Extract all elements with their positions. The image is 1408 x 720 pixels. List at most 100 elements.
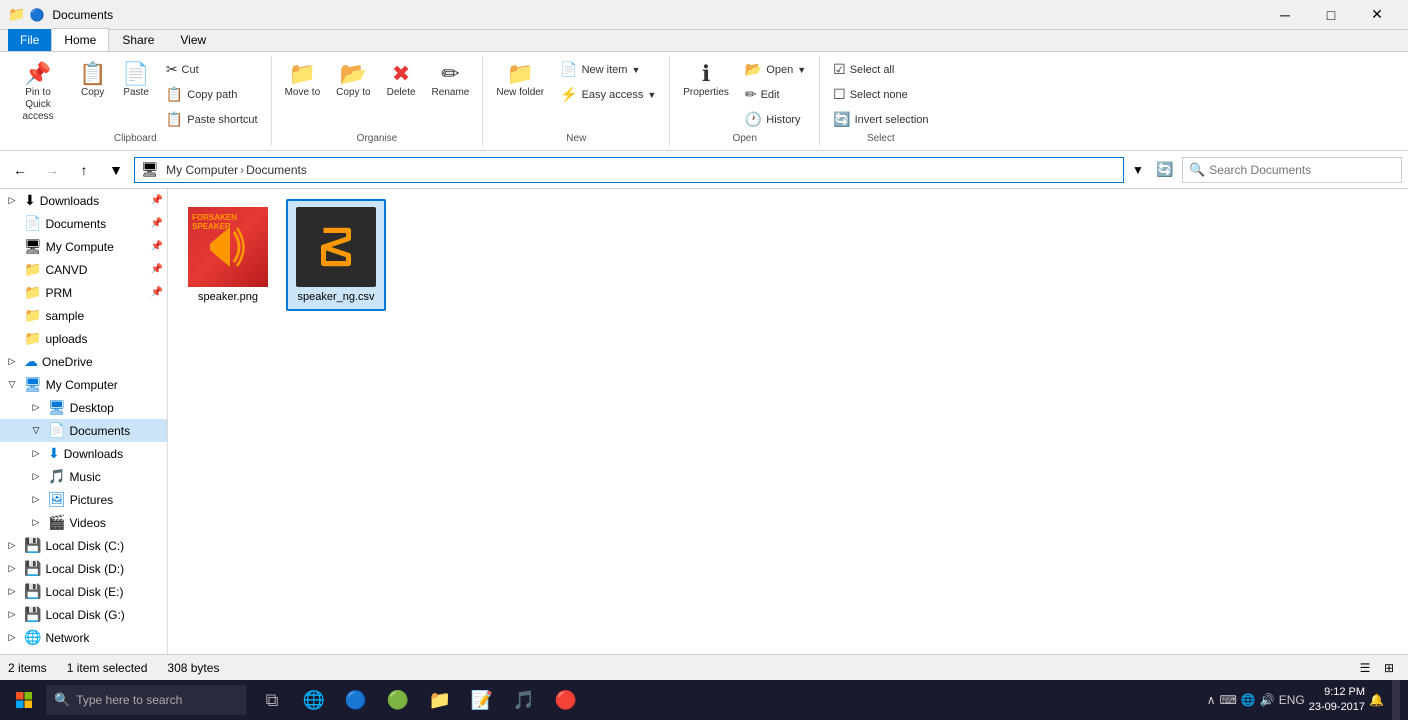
details-view-button[interactable]: ☰ (1354, 657, 1376, 679)
expand-documents[interactable]: ▽ (28, 423, 44, 439)
minimize-button[interactable]: ─ (1262, 0, 1308, 30)
cut-button[interactable]: ✂ Cut (159, 58, 265, 81)
sidebar: ▷ ⬇ Downloads 📌 📄 Documents 📌 🖥 My Compu… (0, 189, 168, 654)
up-arrow-icon[interactable]: ∧ (1207, 693, 1216, 707)
maximize-button[interactable]: □ (1308, 0, 1354, 30)
sidebar-item-network[interactable]: ▷ 🌐 Network (0, 626, 167, 649)
paste-shortcut-button[interactable]: 📋 Paste shortcut (159, 108, 265, 131)
edit-button[interactable]: ✏ Edit (738, 83, 813, 106)
sidebar-item-downloads[interactable]: ▷ ⬇ Downloads 📌 (0, 189, 167, 212)
recent-locations-button[interactable]: ▼ (102, 157, 130, 183)
ie-icon[interactable]: 🔵 (336, 680, 376, 720)
sidebar-item-canvd[interactable]: 📁 CANVD 📌 (0, 258, 167, 281)
easy-access-button[interactable]: ⚡ Easy access ▼ (553, 83, 663, 106)
expand-pictures[interactable]: ▷ (28, 492, 44, 508)
notifications-icon[interactable]: 🔔 (1369, 693, 1384, 707)
select-all-button[interactable]: ☑ Select all (826, 58, 935, 81)
taskbar-search[interactable]: 🔍 Type here to search (46, 685, 246, 715)
expand-videos[interactable]: ▷ (28, 515, 44, 531)
breadcrumb-my-computer[interactable]: My Computer (166, 163, 238, 177)
search-input[interactable] (1209, 163, 1395, 177)
tab-share[interactable]: Share (109, 28, 167, 51)
tab-view[interactable]: View (167, 28, 219, 51)
sticky-notes-icon[interactable]: 📝 (462, 680, 502, 720)
sidebar-item-pictures[interactable]: ▷ 🖼 Pictures (0, 488, 167, 511)
show-desktop-button[interactable] (1392, 680, 1400, 720)
large-icons-view-button[interactable]: ⊞ (1378, 657, 1400, 679)
sidebar-item-local-c[interactable]: ▷ 💾 Local Disk (C:) (0, 534, 167, 557)
breadcrumb-documents[interactable]: Documents (246, 163, 307, 177)
sidebar-item-local-e[interactable]: ▷ 💾 Local Disk (E:) (0, 580, 167, 603)
copy-path-button[interactable]: 📋 Copy path (159, 83, 265, 106)
pin-quick-access-button[interactable]: 📌 Pin to Quick access (6, 58, 70, 128)
start-button[interactable] (4, 680, 44, 720)
move-to-button[interactable]: 📁 Move to (278, 58, 328, 103)
expand-uploads[interactable] (4, 331, 20, 347)
expand-downloads-main[interactable]: ▷ (28, 446, 44, 462)
paste-button[interactable]: 📄 Paste (115, 58, 156, 103)
sidebar-item-videos[interactable]: ▷ 🎬 Videos (0, 511, 167, 534)
sidebar-item-local-g[interactable]: ▷ 💾 Local Disk (G:) (0, 603, 167, 626)
sidebar-item-prm[interactable]: 📁 PRM 📌 (0, 281, 167, 304)
expand-onedrive[interactable]: ▷ (4, 354, 20, 370)
media-icon[interactable]: 🎵 (504, 680, 544, 720)
sidebar-item-music[interactable]: ▷ 🎵 Music (0, 465, 167, 488)
back-button[interactable]: ← (6, 157, 34, 183)
expand-downloads[interactable]: ▷ (4, 193, 20, 209)
address-path[interactable]: 🖥 My Computer › Documents (134, 157, 1124, 183)
delete-button[interactable]: ✖ Delete (380, 58, 423, 103)
file-item-speaker-csv[interactable]: speaker_ng.csv (286, 199, 386, 311)
expand-canvd[interactable] (4, 262, 20, 278)
sidebar-item-local-d[interactable]: ▷ 💾 Local Disk (D:) (0, 557, 167, 580)
rename-button[interactable]: ✏ Rename (425, 58, 477, 103)
expand-mycompute[interactable] (4, 239, 20, 255)
item-count: 2 items (8, 661, 47, 675)
expand-sample[interactable] (4, 308, 20, 324)
sidebar-item-mycompute-quick[interactable]: 🖥 My Compute 📌 (0, 235, 167, 258)
expand-local-d[interactable]: ▷ (4, 561, 20, 577)
close-button[interactable]: ✕ (1354, 0, 1400, 30)
app-icon-red[interactable]: 🔴 (546, 680, 586, 720)
tab-home[interactable]: Home (51, 28, 109, 51)
open-button[interactable]: 📂 Open ▼ (738, 58, 813, 81)
edge-icon[interactable]: 🌐 (294, 680, 334, 720)
address-dropdown[interactable]: ▼ (1128, 157, 1148, 183)
sidebar-item-documents-quick[interactable]: 📄 Documents 📌 (0, 212, 167, 235)
sidebar-item-mycomputer[interactable]: ▽ 🖥 My Computer (0, 373, 167, 396)
expand-local-e[interactable]: ▷ (4, 584, 20, 600)
status-bar: 2 items 1 item selected 308 bytes ☰ ⊞ (0, 654, 1408, 680)
copy-to-button[interactable]: 📂 Copy to (329, 58, 377, 103)
sidebar-item-documents[interactable]: ▽ 📄 Documents (0, 419, 167, 442)
properties-button[interactable]: ℹ Properties (676, 58, 736, 103)
new-item-button[interactable]: 📄 New item ▼ (553, 58, 663, 81)
expand-music[interactable]: ▷ (28, 469, 44, 485)
pin-downloads: 📌 (151, 195, 163, 206)
up-button[interactable]: ↑ (70, 157, 98, 183)
file-explorer-icon[interactable]: 📁 (420, 680, 460, 720)
task-view-button[interactable]: ⧉ (252, 680, 292, 720)
chrome-icon[interactable]: 🟢 (378, 680, 418, 720)
new-items: 📁 New folder 📄 New item ▼ ⚡ Easy access … (489, 58, 663, 131)
sidebar-item-desktop[interactable]: ▷ 🖥 Desktop (0, 396, 167, 419)
tab-file[interactable]: File (8, 29, 51, 51)
sidebar-item-sample[interactable]: 📁 sample (0, 304, 167, 327)
sidebar-item-downloads-main[interactable]: ▷ ⬇ Downloads (0, 442, 167, 465)
expand-network[interactable]: ▷ (4, 630, 20, 646)
copy-button[interactable]: 📋 Copy (72, 58, 113, 103)
expand-local-c[interactable]: ▷ (4, 538, 20, 554)
expand-local-g[interactable]: ▷ (4, 607, 20, 623)
refresh-button[interactable]: 🔄 (1152, 157, 1178, 183)
search-box[interactable]: 🔍 (1182, 157, 1402, 183)
expand-mycomputer-main[interactable]: ▽ (4, 377, 20, 393)
history-button[interactable]: 🕐 History (738, 108, 813, 131)
sidebar-item-onedrive[interactable]: ▷ ☁ OneDrive (0, 350, 167, 373)
expand-prm[interactable] (4, 285, 20, 301)
file-item-speaker-png[interactable]: FORSAKENSPEAKER speaker.png (178, 199, 278, 311)
invert-selection-button[interactable]: 🔄 Invert selection (826, 108, 935, 131)
sidebar-item-uploads[interactable]: 📁 uploads (0, 327, 167, 350)
forward-button[interactable]: → (38, 157, 66, 183)
expand-desktop[interactable]: ▷ (28, 400, 44, 416)
select-none-button[interactable]: ☐ Select none (826, 83, 935, 106)
expand-documents-quick[interactable] (4, 216, 20, 232)
new-folder-button[interactable]: 📁 New folder (489, 58, 551, 103)
